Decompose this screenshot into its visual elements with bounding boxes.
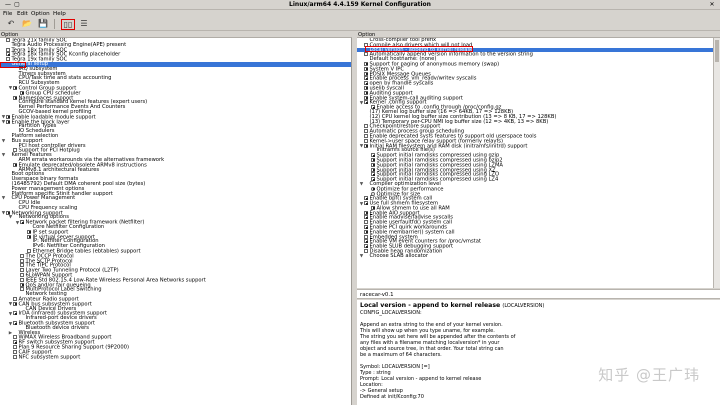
menu-edit[interactable]: Edit: [17, 11, 28, 17]
checkbox[interactable]: [364, 244, 368, 249]
checkbox[interactable]: [364, 85, 368, 90]
checkbox[interactable]: [364, 143, 368, 148]
checkbox[interactable]: [364, 249, 368, 254]
checkbox[interactable]: [13, 340, 17, 345]
checkbox[interactable]: [364, 52, 368, 57]
watermark: 知乎 @王广玮: [598, 366, 700, 384]
checkbox[interactable]: [13, 297, 17, 302]
checkbox[interactable]: [6, 210, 10, 215]
checkbox[interactable]: [364, 95, 368, 100]
options-list[interactable]: Cross-compiler tool prefix Compile also d…: [357, 38, 713, 288]
checkbox[interactable]: [364, 239, 368, 244]
checkbox[interactable]: [364, 210, 368, 215]
checkbox[interactable]: [20, 268, 24, 273]
checkbox[interactable]: [364, 129, 368, 134]
checkbox[interactable]: [371, 157, 375, 162]
scrollbar-thumb[interactable]: [715, 40, 719, 62]
checkbox[interactable]: [13, 95, 17, 100]
back-icon[interactable]: ↶: [6, 19, 16, 29]
checkbox[interactable]: [364, 71, 368, 76]
checkbox[interactable]: [6, 114, 10, 119]
checkbox[interactable]: [13, 321, 17, 326]
checkbox[interactable]: [371, 172, 375, 177]
options-scrollbar[interactable]: [713, 38, 720, 288]
checkbox[interactable]: [364, 66, 368, 71]
help-symbol: (LOCALVERSION): [502, 303, 545, 309]
checkbox[interactable]: [371, 162, 375, 167]
checkbox[interactable]: [364, 133, 368, 138]
tree-item-row[interactable]: NFC subsystem support: [0, 354, 351, 361]
help-title-text: Local version - append to kernel release: [360, 302, 501, 309]
option-item-label: Choose SLAB allocator: [369, 252, 428, 259]
menu-help[interactable]: Help: [53, 11, 66, 17]
help-title: Local version - append to kernel release…: [360, 302, 717, 310]
checkbox[interactable]: [6, 38, 10, 42]
menu-option[interactable]: Option: [31, 11, 50, 17]
radio-button[interactable]: [371, 186, 375, 191]
load-folder-icon[interactable]: 📂: [22, 19, 32, 29]
checkbox[interactable]: [13, 311, 17, 316]
checkbox[interactable]: [364, 215, 368, 220]
checkbox[interactable]: [13, 335, 17, 340]
checkbox[interactable]: [20, 277, 24, 282]
checkbox[interactable]: [364, 100, 368, 105]
checkbox[interactable]: [364, 225, 368, 230]
expand-arrow-icon[interactable]: ▼: [359, 254, 364, 260]
checkbox[interactable]: [13, 345, 17, 349]
checkbox[interactable]: [364, 90, 368, 95]
checkbox[interactable]: [27, 234, 31, 239]
tree-item-label: NFC subsystem support: [18, 354, 81, 361]
checkbox[interactable]: [20, 220, 24, 225]
menu-file[interactable]: File: [3, 11, 12, 17]
checkbox[interactable]: [13, 162, 17, 167]
checkbox[interactable]: [364, 61, 368, 66]
full-view-icon[interactable]: ☰: [79, 19, 89, 29]
menu-tree[interactable]: Tegra 21x family SOC Tegra Audio Processi…: [0, 38, 352, 405]
checkbox[interactable]: [13, 349, 17, 354]
option-item-row[interactable]: ▼ Choose SLAB allocator: [357, 252, 713, 260]
checkbox[interactable]: [6, 47, 10, 52]
checkbox[interactable]: [364, 138, 368, 143]
split-view-icon[interactable]: ▯▯: [61, 18, 75, 30]
value-editor[interactable]: racecar-v0.1: [357, 289, 720, 299]
checkbox[interactable]: [13, 85, 17, 90]
checkbox[interactable]: [20, 273, 24, 278]
window-title: Linux/arm64 4.4.159 Kernel Configuration: [289, 1, 431, 8]
toolbar-separator: [54, 19, 55, 29]
help-line: Defined at init/Kconfig:70: [360, 394, 424, 400]
checkbox[interactable]: [364, 220, 368, 225]
toolbar: ↶ 📂 💾 ▯▯ ☰: [0, 17, 720, 31]
menu-bar: File Edit Option Help: [0, 10, 720, 17]
checkbox[interactable]: [20, 258, 24, 263]
checkbox[interactable]: [13, 354, 17, 359]
help-body: CONFIG_LOCALVERSION: Append an extra stri…: [360, 310, 717, 400]
checkbox[interactable]: [371, 153, 375, 158]
checkbox[interactable]: [364, 229, 368, 234]
checkbox[interactable]: [20, 263, 24, 268]
checkbox[interactable]: [13, 301, 17, 306]
checkbox[interactable]: [364, 76, 368, 81]
checkbox[interactable]: [6, 57, 10, 62]
checkbox[interactable]: [20, 282, 24, 287]
checkbox[interactable]: [20, 253, 24, 258]
save-icon[interactable]: 💾: [38, 19, 48, 29]
title-bar: — ▢ Linux/arm64 4.4.159 Kernel Configura…: [0, 0, 720, 10]
checkbox[interactable]: [364, 124, 368, 129]
checkbox[interactable]: [371, 167, 375, 172]
checkbox[interactable]: [6, 52, 10, 57]
checkbox[interactable]: [6, 119, 10, 124]
close-icon[interactable]: ✕: [708, 1, 716, 8]
help-panel: Local version - append to kernel release…: [357, 300, 720, 405]
local-version-value[interactable]: racecar-v0.1: [360, 292, 394, 298]
checkbox[interactable]: [364, 42, 368, 47]
checkbox[interactable]: [20, 287, 24, 292]
checkbox[interactable]: [364, 81, 368, 86]
checkbox[interactable]: [364, 196, 368, 201]
checkbox[interactable]: [27, 229, 31, 234]
checkbox[interactable]: [364, 234, 368, 239]
checkbox[interactable]: [364, 201, 368, 206]
